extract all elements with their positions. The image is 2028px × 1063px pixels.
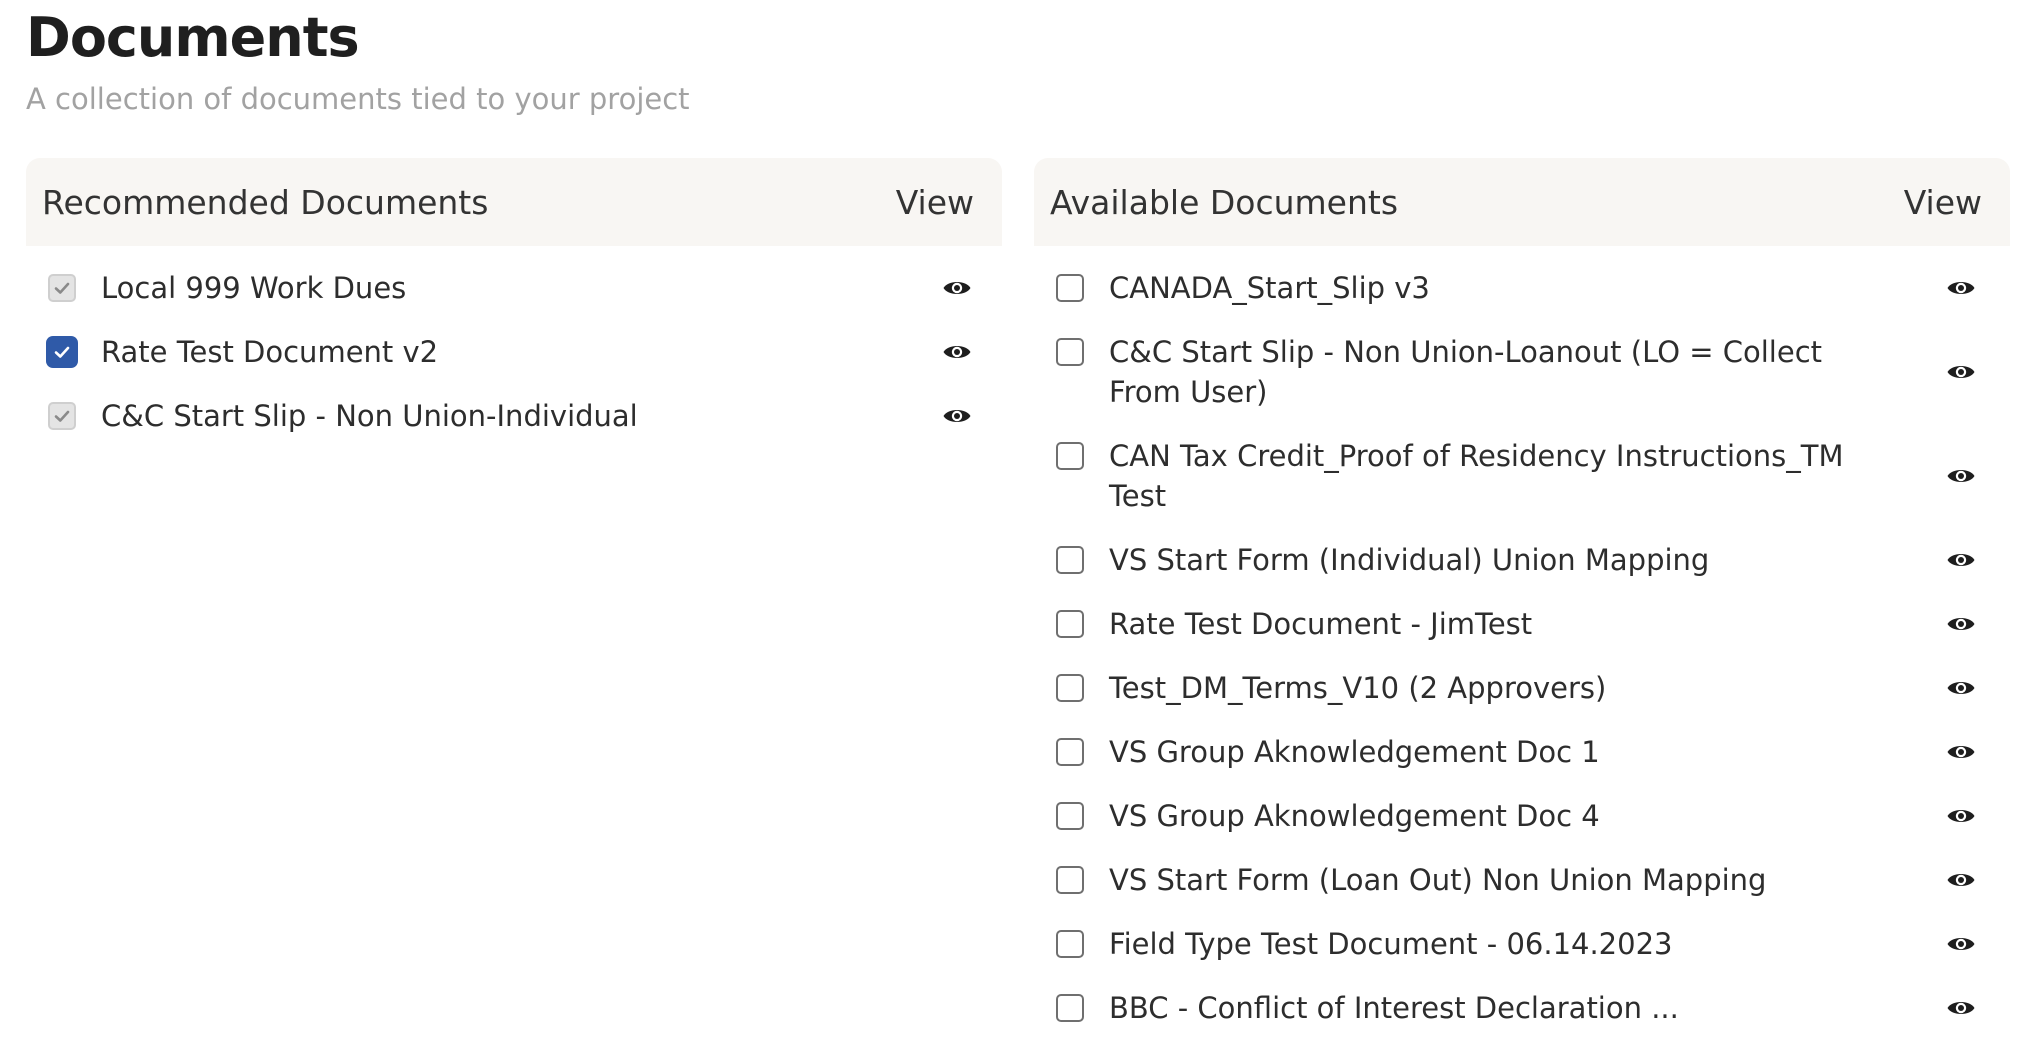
recommended-documents-header: Recommended Documents View (26, 158, 1002, 246)
document-row[interactable]: C&C Start Slip - Non Union-Loanout (LO =… (1034, 320, 2010, 424)
document-label: VS Group Aknowledgement Doc 4 (1109, 799, 1600, 833)
document-row[interactable]: VS Start Form (Individual) Union Mapping (1034, 528, 2010, 592)
document-row[interactable]: VS Group Aknowledgement Doc 4 (1034, 784, 2010, 848)
view-column-label: View (1903, 182, 1982, 222)
eye-icon[interactable] (1946, 741, 1976, 763)
eye-icon[interactable] (942, 341, 972, 363)
eye-icon[interactable] (942, 277, 972, 299)
document-checkbox (48, 274, 76, 302)
document-checkbox[interactable] (1056, 994, 1084, 1022)
available-documents-panel: Available Documents View CANADA_Start_Sl… (1034, 158, 2010, 1063)
document-row[interactable]: Local 999 Work Dues (26, 256, 1002, 320)
document-checkbox[interactable] (1056, 442, 1084, 470)
document-label: Local 999 Work Dues (101, 271, 407, 305)
document-row[interactable]: Rate Test Document v2 (26, 320, 1002, 384)
check-icon (54, 346, 70, 358)
document-row[interactable]: Field Type Test Document - 06.14.2023 (1034, 912, 2010, 976)
document-row[interactable]: CAN Tax Credit_Proof of Residency Instru… (1034, 424, 2010, 528)
document-label: CAN Tax Credit_Proof of Residency Instru… (1109, 439, 1844, 513)
document-row[interactable]: BBC - Conflict of Interest Declaration .… (1034, 976, 2010, 1040)
document-checkbox[interactable] (1056, 674, 1084, 702)
document-row[interactable]: VS Group Aknowledgement Doc 1 (1034, 720, 2010, 784)
check-icon (54, 282, 70, 294)
eye-icon[interactable] (1946, 465, 1976, 487)
document-checkbox[interactable] (1056, 738, 1084, 766)
eye-icon[interactable] (1946, 549, 1976, 571)
eye-icon[interactable] (1946, 677, 1976, 699)
document-checkbox[interactable] (1056, 338, 1084, 366)
document-label: Rate Test Document - JimTest (1109, 607, 1533, 641)
available-documents-title: Available Documents (1050, 182, 1399, 222)
document-label: Field Type Test Document - 06.14.2023 (1109, 927, 1673, 961)
document-label: BBC - Conflict of Interest Declaration .… (1109, 991, 1679, 1025)
document-label: Test_DM_Terms_V10 (2 Approvers) (1109, 671, 1607, 705)
check-icon (54, 410, 70, 422)
available-documents-list: CANADA_Start_Slip v3 C&C Start Slip - Non… (1034, 246, 2010, 1063)
eye-icon[interactable] (1946, 277, 1976, 299)
eye-icon[interactable] (1946, 869, 1976, 891)
document-row[interactable]: Test_DM_Terms_V10 (2 Approvers) (1034, 656, 2010, 720)
page-title: Documents (26, 6, 360, 69)
page-subtitle: A collection of documents tied to your p… (26, 82, 690, 116)
document-row[interactable]: Rate Test Document - JimTest (1034, 592, 2010, 656)
document-checkbox[interactable] (1056, 274, 1084, 302)
eye-icon[interactable] (1946, 613, 1976, 635)
eye-icon[interactable] (1946, 805, 1976, 827)
eye-icon[interactable] (942, 405, 972, 427)
document-label: VS Group Aknowledgement Doc 1 (1109, 735, 1600, 769)
document-label: VS Start Form (Loan Out) Non Union Mappi… (1109, 863, 1767, 897)
document-checkbox[interactable] (1056, 802, 1084, 830)
document-label: VS Start Form (Individual) Union Mapping (1109, 543, 1710, 577)
view-column-label: View (895, 182, 974, 222)
eye-icon[interactable] (1946, 933, 1976, 955)
document-checkbox[interactable] (1056, 546, 1084, 574)
recommended-documents-list: Local 999 Work Dues Rate Test Document v2… (26, 246, 1002, 1063)
recommended-documents-title: Recommended Documents (42, 182, 489, 222)
document-label: C&C Start Slip - Non Union-Individual (101, 399, 638, 433)
document-checkbox (48, 402, 76, 430)
document-checkbox[interactable] (1056, 866, 1084, 894)
available-documents-header: Available Documents View (1034, 158, 2010, 246)
document-row[interactable]: CANADA_Start_Slip v3 (1034, 256, 2010, 320)
document-checkbox[interactable] (1056, 930, 1084, 958)
document-checkbox[interactable] (48, 338, 76, 366)
document-label: CANADA_Start_Slip v3 (1109, 271, 1430, 305)
document-label: Rate Test Document v2 (101, 335, 439, 369)
eye-icon[interactable] (1946, 361, 1976, 383)
eye-icon[interactable] (1946, 997, 1976, 1019)
document-checkbox[interactable] (1056, 610, 1084, 638)
document-label: C&C Start Slip - Non Union-Loanout (LO =… (1109, 335, 1823, 409)
document-row[interactable]: C&C Start Slip - Non Union-Individual (26, 384, 1002, 448)
recommended-documents-panel: Recommended Documents View Local 999 Wor… (26, 158, 1002, 1063)
document-row[interactable]: VS Start Form (Loan Out) Non Union Mappi… (1034, 848, 2010, 912)
